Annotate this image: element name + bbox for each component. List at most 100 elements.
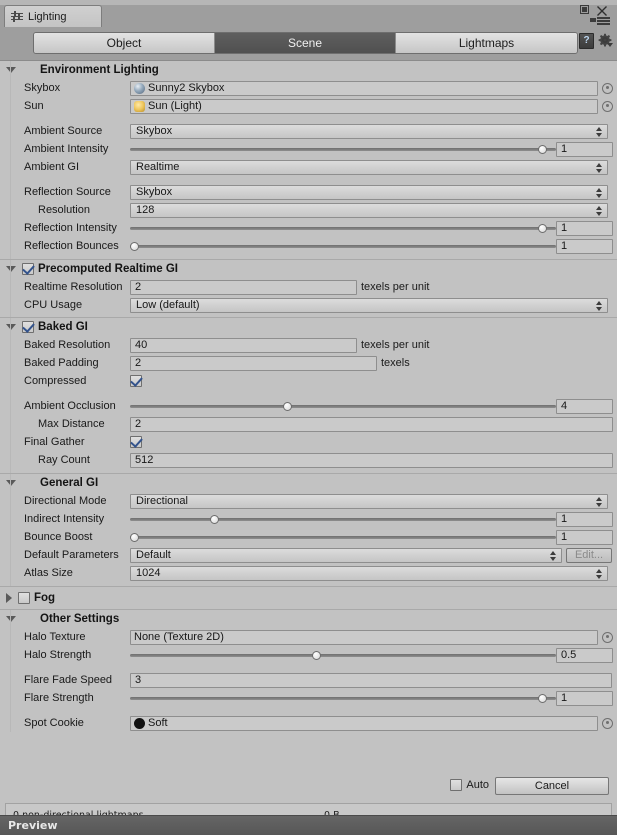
- slider-knob[interactable]: [538, 144, 548, 154]
- indirect-intensity-field[interactable]: 1: [556, 511, 613, 527]
- ray-count-value: 512: [135, 454, 154, 466]
- section-other-settings: Other Settings Halo Texture None (Textur…: [0, 609, 617, 732]
- max-distance-label: Max Distance: [38, 418, 105, 430]
- precomputed-realtime-gi-header[interactable]: Precomputed Realtime GI: [0, 260, 617, 278]
- baked-gi-checkbox[interactable]: [22, 321, 34, 333]
- ambient-intensity-field[interactable]: 1: [556, 141, 613, 157]
- fog-header[interactable]: Fog: [0, 587, 617, 609]
- foldout-closed-icon[interactable]: [6, 593, 12, 603]
- halo-strength-slider[interactable]: [130, 648, 556, 663]
- tab-scene[interactable]: Scene: [215, 33, 396, 53]
- ambient-occlusion-field[interactable]: 4: [556, 398, 613, 414]
- resolution-dropdown[interactable]: 128: [130, 202, 608, 218]
- foldout-open-icon[interactable]: [6, 67, 16, 73]
- precomputed-realtime-gi-checkbox[interactable]: [22, 263, 34, 275]
- slider-knob[interactable]: [210, 514, 220, 524]
- tab-lightmaps[interactable]: Lightmaps: [396, 33, 577, 53]
- fog-checkbox[interactable]: [18, 592, 30, 604]
- ambient-occlusion-slider[interactable]: [130, 399, 556, 414]
- row-final-gather: Final Gather: [0, 433, 617, 451]
- bounce-boost-label: Bounce Boost: [24, 531, 93, 543]
- skybox-picker-button[interactable]: [602, 82, 613, 94]
- preview-bar[interactable]: Preview: [0, 815, 617, 835]
- max-distance-field[interactable]: 2: [130, 416, 613, 432]
- foldout-open-icon[interactable]: [6, 324, 16, 330]
- sun-object-field[interactable]: Sun (Light): [130, 98, 598, 114]
- gear-dropdown-arrow-icon: [607, 43, 613, 47]
- section-fog: Fog: [0, 586, 617, 609]
- halo-strength-field[interactable]: 0.5: [556, 647, 613, 663]
- slider-knob[interactable]: [282, 401, 292, 411]
- reflection-intensity-slider[interactable]: [130, 221, 556, 236]
- baked-padding-field[interactable]: 2: [130, 355, 377, 371]
- spot-cookie-object-field[interactable]: Soft: [130, 715, 598, 731]
- auto-checkbox[interactable]: [450, 779, 463, 791]
- compressed-checkbox[interactable]: [130, 375, 142, 387]
- reflection-source-dropdown[interactable]: Skybox: [130, 184, 608, 200]
- edit-parameters-button[interactable]: Edit...: [566, 547, 612, 563]
- spot-cookie-picker-button[interactable]: [602, 717, 613, 729]
- baked-gi-header[interactable]: Baked GI: [0, 318, 617, 336]
- row-max-distance: Max Distance 2: [0, 415, 617, 433]
- flare-strength-slider[interactable]: [130, 691, 556, 706]
- spot-cookie-label: Spot Cookie: [24, 717, 84, 729]
- gear-icon[interactable]: [598, 33, 613, 49]
- help-book-icon[interactable]: [579, 33, 594, 49]
- reflection-intensity-field[interactable]: 1: [556, 220, 613, 236]
- ambient-source-dropdown[interactable]: Skybox: [130, 123, 608, 139]
- slider-knob[interactable]: [130, 532, 139, 542]
- section-precomputed-realtime-gi: Precomputed Realtime GI Realtime Resolut…: [0, 259, 617, 317]
- halo-texture-picker-button[interactable]: [602, 631, 613, 643]
- panel-menu-icon[interactable]: [590, 16, 610, 25]
- directional-mode-dropdown[interactable]: Directional: [130, 493, 608, 509]
- slider-track: [130, 535, 556, 539]
- cpu-usage-dropdown[interactable]: Low (default): [130, 297, 608, 313]
- slider-knob[interactable]: [130, 241, 139, 251]
- cancel-button[interactable]: Cancel: [495, 777, 609, 795]
- slider-track: [130, 226, 556, 230]
- sun-picker-button[interactable]: [602, 100, 613, 112]
- bounce-boost-slider[interactable]: [130, 530, 556, 545]
- lighting-tab-label: Lighting: [28, 10, 67, 23]
- default-parameters-dropdown[interactable]: Default: [130, 547, 562, 563]
- slider-knob[interactable]: [312, 650, 322, 660]
- tab-object[interactable]: Object: [34, 33, 215, 53]
- final-gather-checkbox[interactable]: [130, 436, 142, 448]
- slider-knob[interactable]: [538, 693, 548, 703]
- ambient-intensity-slider[interactable]: [130, 142, 556, 157]
- indirect-intensity-slider[interactable]: [130, 512, 556, 527]
- foldout-open-icon[interactable]: [6, 266, 16, 272]
- baked-resolution-units: texels per unit: [361, 339, 430, 351]
- foldout-open-icon[interactable]: [6, 616, 16, 622]
- reflection-bounces-field[interactable]: 1: [556, 238, 613, 254]
- general-gi-header[interactable]: General GI: [0, 474, 617, 492]
- maximize-icon[interactable]: [580, 5, 589, 14]
- ray-count-field[interactable]: 512: [130, 452, 613, 468]
- flare-fade-speed-field[interactable]: 3: [130, 672, 612, 688]
- baked-resolution-field[interactable]: 40: [130, 337, 357, 353]
- reflection-bounces-slider[interactable]: [130, 239, 556, 254]
- environment-lighting-header[interactable]: Environment Lighting: [0, 61, 617, 79]
- lighting-tab[interactable]: Lighting: [4, 5, 102, 27]
- bounce-boost-field[interactable]: 1: [556, 529, 613, 545]
- tab-scene-label: Scene: [287, 36, 323, 50]
- halo-texture-object-field[interactable]: None (Texture 2D): [130, 629, 598, 645]
- atlas-size-dropdown[interactable]: 1024: [130, 565, 608, 581]
- sun-label: Sun: [24, 100, 44, 112]
- auto-bake-toggle[interactable]: Auto: [450, 779, 489, 791]
- skybox-object-field[interactable]: Sunny2 Skybox: [130, 80, 598, 96]
- realtime-resolution-field[interactable]: 2: [130, 279, 357, 295]
- slider-track: [130, 147, 556, 151]
- other-settings-header[interactable]: Other Settings: [0, 610, 617, 628]
- mode-toolbar: Object Scene Lightmaps: [0, 27, 617, 61]
- ambient-gi-dropdown[interactable]: Realtime: [130, 159, 608, 175]
- mode-tab-group: Object Scene Lightmaps: [33, 32, 578, 54]
- foldout-open-icon[interactable]: [6, 480, 16, 486]
- slider-knob[interactable]: [538, 223, 548, 233]
- row-baked-resolution: Baked Resolution 40 texels per unit: [0, 336, 617, 354]
- window-title-bar: Lighting: [0, 0, 617, 27]
- environment-lighting-title: Environment Lighting: [40, 64, 159, 76]
- row-baked-padding: Baked Padding 2 texels: [0, 354, 617, 372]
- flare-strength-field[interactable]: 1: [556, 690, 613, 706]
- compressed-label: Compressed: [24, 375, 87, 387]
